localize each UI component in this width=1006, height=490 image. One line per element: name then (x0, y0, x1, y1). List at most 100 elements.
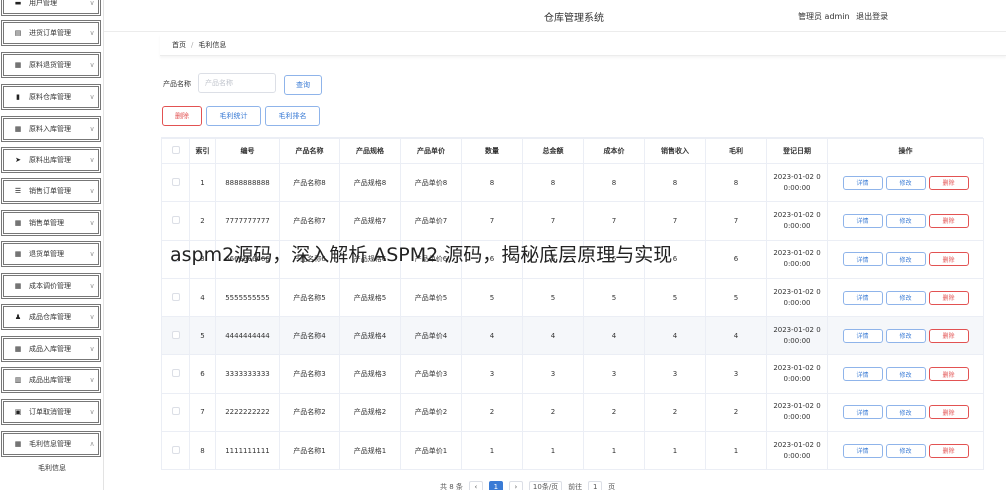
edit-button[interactable]: 修改 (885, 405, 926, 420)
page-number-button[interactable]: 1 (488, 481, 503, 490)
row-checkbox-cell[interactable] (161, 316, 190, 356)
detail-button[interactable]: 详情 (842, 175, 883, 190)
detail-button[interactable]: 详情 (842, 443, 883, 458)
date-line-2: 0:00:00 (783, 183, 811, 192)
cell-spec: 产品规格3 (339, 354, 401, 394)
cell-price: 产品单价1 (400, 431, 462, 471)
row-checkbox[interactable] (171, 369, 180, 378)
cell-cost: 2 (583, 392, 645, 433)
delete-button[interactable]: 删除 (928, 290, 969, 305)
delete-button[interactable]: 删除 (928, 175, 969, 190)
cell-name: 产品名称3 (279, 354, 340, 394)
cell-price: 产品单价5 (400, 277, 462, 318)
grid-icon: ▦ (14, 250, 22, 258)
row-checkbox-cell[interactable] (161, 431, 190, 471)
delete-button[interactable]: 删除 (928, 252, 969, 267)
next-page-button[interactable]: › (508, 481, 523, 490)
detail-button[interactable]: 详情 (842, 290, 883, 305)
sidebar-item-label: 退货单管理 (29, 250, 64, 258)
row-checkbox-cell[interactable] (161, 392, 190, 433)
table-row: 8 1111111111 产品名称1 产品规格1 产品单价1 1 1 1 1 1 2023-01-0… (161, 431, 984, 471)
edit-button[interactable]: 修改 (885, 443, 926, 458)
sidebar-item-6[interactable]: ☰ 销售订单管理 ∨ (1, 178, 101, 204)
product-name-search-input[interactable] (198, 73, 276, 93)
page-size-select[interactable]: 10条/页 (528, 481, 563, 490)
column-header: 产品单价 (400, 138, 462, 164)
sidebar-item-label: 进货订单管理 (29, 29, 71, 37)
sidebar-item-14[interactable]: ▦ 毛利信息管理 ∧ (1, 431, 101, 457)
cell-date: 2023-01-02 0 0:00:00 (766, 392, 828, 433)
grid-icon: ▦ (14, 345, 22, 353)
delete-button[interactable]: 删除 (928, 367, 969, 382)
row-checkbox-cell[interactable] (161, 354, 190, 394)
cell-index: 7 (189, 392, 216, 433)
table-row: 7 2222222222 产品名称2 产品规格2 产品单价2 2 2 2 2 2 2023-01-0… (161, 392, 984, 433)
cell-name: 产品名称4 (279, 316, 340, 356)
select-all-checkbox[interactable] (171, 146, 180, 154)
chevron-down-icon: ∨ (89, 29, 95, 37)
sidebar-item-9[interactable]: ▦ 成本调价管理 ∨ (1, 273, 101, 299)
chevron-down-icon: ∨ (89, 345, 95, 353)
row-checkbox[interactable] (171, 407, 180, 416)
detail-button[interactable]: 详情 (842, 328, 883, 343)
edit-button[interactable]: 修改 (885, 213, 926, 228)
row-checkbox-cell[interactable] (161, 277, 190, 318)
cell-actions: 详情 修改 删除 (827, 277, 984, 318)
row-checkbox[interactable] (171, 445, 180, 454)
column-header: 总金额 (522, 138, 584, 164)
sidebar-item-1[interactable]: ▤ 进货订单管理 ∨ (1, 20, 101, 46)
sidebar-item-13[interactable]: ▣ 订单取消管理 ∨ (1, 399, 101, 425)
breadcrumb-home[interactable]: 首页 (172, 40, 186, 50)
sidebar-item-2[interactable]: ▦ 原料退货管理 ∨ (1, 52, 101, 78)
cell-actions: 详情 修改 删除 (827, 239, 984, 279)
table-row: 1 8888888888 产品名称8 产品规格8 产品单价8 8 8 8 8 8 2023-01-0… (161, 162, 984, 203)
profit-stats-button[interactable]: 毛利统计 (206, 106, 261, 126)
row-checkbox-cell[interactable] (161, 201, 190, 241)
profit-ranking-button[interactable]: 毛利排名 (265, 106, 320, 126)
batch-delete-button[interactable]: 删除 (162, 106, 202, 126)
logout-link[interactable]: 退出登录 (856, 12, 888, 21)
sidebar-item-7[interactable]: ▦ 销售单管理 ∨ (1, 210, 101, 236)
row-checkbox[interactable] (171, 292, 180, 301)
query-button[interactable]: 查询 (284, 75, 322, 95)
sidebar-item-10[interactable]: ♟ 成品仓库管理 ∨ (1, 304, 101, 330)
delete-button[interactable]: 删除 (928, 443, 969, 458)
edit-button[interactable]: 修改 (885, 252, 926, 267)
sidebar-item-11[interactable]: ▦ 成品入库管理 ∨ (1, 336, 101, 362)
cell-code: 5555555555 (215, 277, 280, 318)
sidebar-item-8[interactable]: ▦ 退货单管理 ∨ (1, 241, 101, 267)
cell-index: 2 (189, 201, 216, 241)
edit-button[interactable]: 修改 (885, 290, 926, 305)
sidebar-item-12[interactable]: ▥ 成品出库管理 ∨ (1, 367, 101, 393)
sidebar-item-5[interactable]: ➤ 原料出库管理 ∨ (1, 147, 101, 173)
row-checkbox[interactable] (171, 330, 180, 339)
cell-qty: 5 (461, 277, 523, 318)
sidebar-subitem-profit-info[interactable]: 毛利信息 (0, 460, 104, 476)
delete-button[interactable]: 删除 (928, 213, 969, 228)
cell-spec: 产品规格5 (339, 277, 401, 318)
delete-button[interactable]: 删除 (928, 405, 969, 420)
row-checkbox[interactable] (171, 177, 180, 186)
edit-button[interactable]: 修改 (885, 367, 926, 382)
sidebar-item-4[interactable]: ▦ 原料入库管理 ∨ (1, 116, 101, 142)
sidebar-item-label: 原料入库管理 (29, 125, 71, 133)
select-all-checkbox-cell[interactable] (161, 138, 190, 164)
sidebar-item-label: 销售订单管理 (29, 187, 71, 195)
detail-button[interactable]: 详情 (842, 213, 883, 228)
row-checkbox[interactable] (171, 215, 180, 224)
row-checkbox-cell[interactable] (161, 162, 190, 203)
breadcrumb-separator: / (191, 40, 194, 49)
edit-button[interactable]: 修改 (885, 328, 926, 343)
prev-page-button[interactable]: ‹ (468, 481, 483, 490)
detail-button[interactable]: 详情 (842, 252, 883, 267)
sidebar-item-3[interactable]: ▮ 原料仓库管理 ∨ (1, 84, 101, 110)
cell-date: 2023-01-02 0 0:00:00 (766, 354, 828, 394)
goto-page-input[interactable]: 1 (588, 481, 603, 490)
detail-button[interactable]: 详情 (842, 367, 883, 382)
delete-button[interactable]: 删除 (928, 328, 969, 343)
sidebar-item-0[interactable]: ▬ 用户管理 ∨ (1, 0, 101, 16)
edit-button[interactable]: 修改 (885, 175, 926, 190)
detail-button[interactable]: 详情 (842, 405, 883, 420)
grid-icon: ▦ (14, 219, 22, 227)
column-header: 销售收入 (644, 138, 706, 164)
